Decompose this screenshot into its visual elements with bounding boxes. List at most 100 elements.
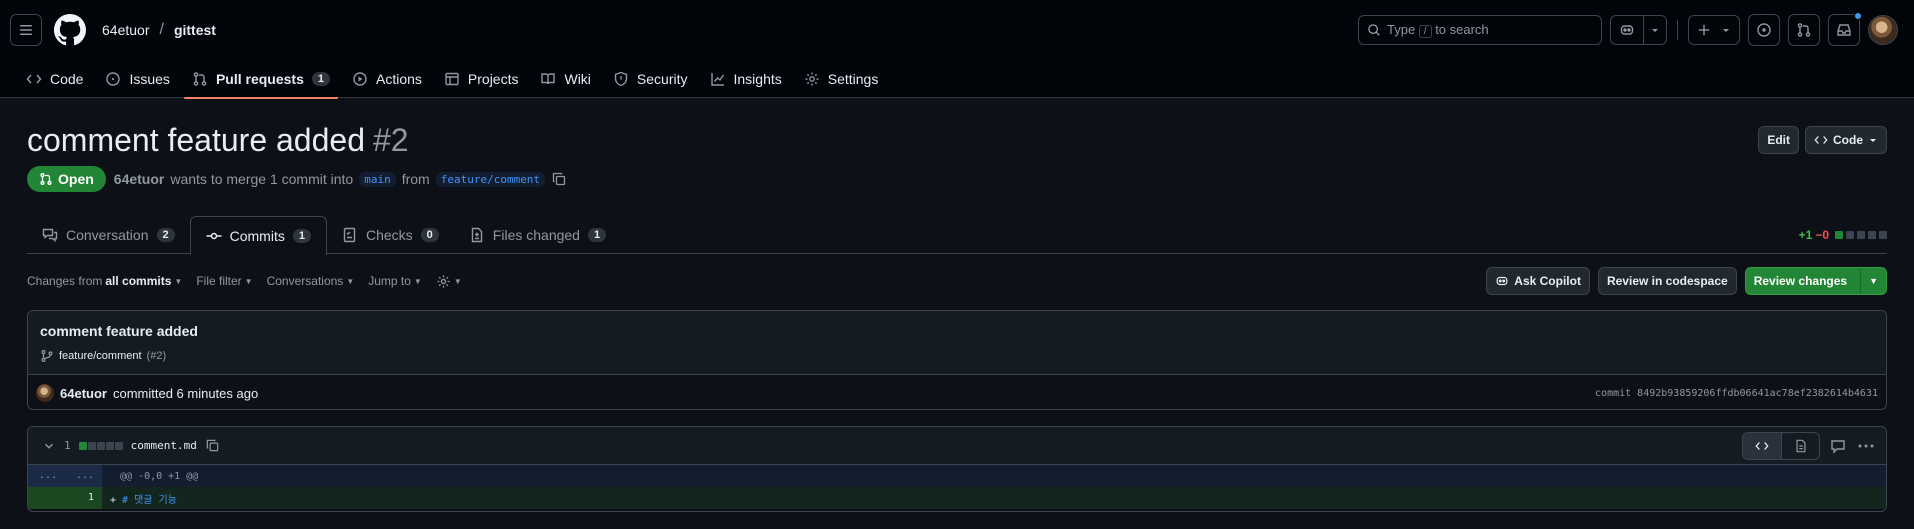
pull-request-icon-wrap [192, 71, 208, 87]
tab-checks[interactable]: Checks 0 [327, 216, 454, 254]
hunk-expand-left[interactable]: ... [28, 465, 65, 487]
head-branch[interactable]: feature/comment [435, 171, 546, 187]
repo-nav-actions[interactable]: Actions [342, 60, 432, 98]
diffstat-block [1868, 231, 1876, 239]
copy-icon[interactable] [205, 438, 220, 453]
diff-settings-dropdown[interactable]: ▼ [436, 274, 462, 289]
graph-icon [710, 73, 724, 86]
diffstat-block [1857, 231, 1865, 239]
caret-down-icon[interactable]: ▼ [1860, 268, 1886, 294]
repo-nav-security[interactable]: Security [603, 60, 698, 98]
hunk-expand-right[interactable]: ... [65, 465, 102, 487]
file-filter-dropdown[interactable]: File filter ▼ [196, 274, 252, 288]
pr-title-row: comment feature added #2 [27, 122, 409, 159]
repo-nav-pull-requests[interactable]: Pull requests 1 [182, 60, 340, 99]
file-diffstat [78, 441, 123, 450]
pr-author-link[interactable]: 64etuor [114, 171, 165, 187]
repo-nav-code[interactable]: Code [16, 60, 93, 98]
repo-nav-label: Insights [733, 71, 782, 87]
hamburger-icon [20, 25, 32, 35]
base-branch[interactable]: main [359, 171, 396, 187]
repo-nav-label: Issues [129, 71, 170, 87]
jump-to-dropdown[interactable]: Jump to ▼ [368, 274, 422, 288]
search-input[interactable]: Type / to search [1358, 15, 1602, 45]
commit-pr-ref[interactable]: (#2) [147, 350, 167, 362]
repo-nav-insights[interactable]: Insights [700, 60, 792, 98]
book-icon-wrap [540, 71, 556, 87]
inbox-icon [1837, 24, 1851, 36]
avatar[interactable] [36, 384, 54, 402]
github-logo-icon[interactable] [54, 14, 86, 46]
code-dropdown-button[interactable]: Code [1805, 126, 1887, 154]
chevron-down-icon [1652, 29, 1658, 32]
tab-commits[interactable]: Commits 1 [189, 216, 327, 255]
repo-nav-issues[interactable]: Issues [95, 60, 179, 98]
commit-author-link[interactable]: 64etuor [60, 386, 107, 401]
new-line-number[interactable]: 1 [65, 487, 102, 509]
changes-from-label: Changes from [27, 274, 103, 288]
pull-requests-button[interactable] [1788, 14, 1820, 46]
repo-nav-label: Security [636, 71, 688, 87]
copilot-button[interactable] [1610, 15, 1667, 45]
commit-branch-link[interactable]: feature/comment [59, 350, 142, 362]
diffstat-block [105, 441, 114, 450]
copy-icon[interactable] [551, 171, 567, 187]
kebab-horizontal-icon[interactable] [1856, 438, 1876, 454]
git-commit-icon [206, 232, 222, 240]
counter-badge: 1 [292, 229, 311, 243]
view-toggle [1742, 431, 1820, 460]
diff-toolbar: Changes from all commits ▼ File filter ▼… [27, 267, 1887, 295]
ask-copilot-label: Ask Copilot [1514, 274, 1581, 288]
diffstat-block [87, 441, 96, 450]
tab-files-changed[interactable]: Files changed 1 [454, 216, 621, 254]
hunk-row: ... ... @@ -0,0 +1 @@ [28, 465, 1886, 487]
repo-nav-label: Projects [467, 71, 519, 87]
comment-icon[interactable] [1830, 438, 1846, 454]
repo-nav-label: Wiki [564, 71, 591, 87]
pr-number: #2 [372, 122, 409, 158]
file-header: 1 comment.md [28, 427, 1886, 465]
menu-button[interactable] [10, 14, 42, 46]
pull-request-icon [193, 72, 207, 86]
conversations-dropdown[interactable]: Conversations ▼ [267, 274, 355, 288]
review-changes-button[interactable]: Review changes ▼ [1744, 267, 1887, 295]
tab-label: Conversation [66, 227, 149, 243]
changes-from-dropdown[interactable]: Changes from all commits ▼ [27, 274, 182, 288]
rich-view-button[interactable] [1781, 432, 1819, 459]
counter-badge: 2 [156, 228, 175, 242]
chevron-down-icon[interactable] [42, 439, 56, 453]
graph-icon-wrap [710, 71, 726, 87]
shield-icon-wrap [613, 71, 629, 87]
issue-icon [106, 72, 121, 86]
commit-sha[interactable]: commit 8492b93859206ffdb06641ac78ef23826… [1595, 388, 1878, 399]
user-avatar[interactable] [1868, 15, 1898, 45]
create-new-button[interactable] [1688, 15, 1740, 45]
file-name-link[interactable]: comment.md [131, 439, 197, 452]
ask-copilot-button[interactable]: Ask Copilot [1486, 267, 1590, 295]
checklist-icon [343, 227, 356, 243]
additions-count: +1 [1798, 228, 1813, 242]
code-icon [26, 74, 42, 84]
repo-owner-link[interactable]: 64etuor [102, 22, 149, 38]
review-in-codespace-button[interactable]: Review in codespace [1597, 267, 1737, 295]
repo-nav-settings[interactable]: Settings [794, 60, 889, 98]
issues-button[interactable] [1748, 14, 1780, 46]
edit-button[interactable]: Edit [1758, 126, 1799, 154]
play-icon-wrap [352, 71, 368, 87]
top-bar: 64etuor / gittest Type / to search [0, 0, 1914, 60]
repo-nav-wiki[interactable]: Wiki [530, 60, 600, 98]
repo-nav-projects[interactable]: Projects [434, 60, 529, 98]
old-line-number [28, 487, 65, 509]
inbox-button[interactable] [1828, 12, 1862, 46]
tab-conversation[interactable]: Conversation 2 [27, 216, 190, 254]
toolbar-actions: Ask Copilot Review in codespace Review c… [1486, 267, 1887, 295]
search-icon [1368, 24, 1380, 36]
jump-to-label: Jump to [368, 274, 411, 288]
repo-name-link[interactable]: gittest [174, 22, 216, 38]
diffstat: +1 −0 [1799, 228, 1887, 242]
caret-down-icon: ▼ [346, 276, 355, 286]
table-icon [445, 72, 459, 86]
copilot-icon [1496, 276, 1508, 286]
commit-box: comment feature added feature/comment (#… [27, 310, 1887, 410]
source-view-button[interactable] [1743, 432, 1781, 459]
